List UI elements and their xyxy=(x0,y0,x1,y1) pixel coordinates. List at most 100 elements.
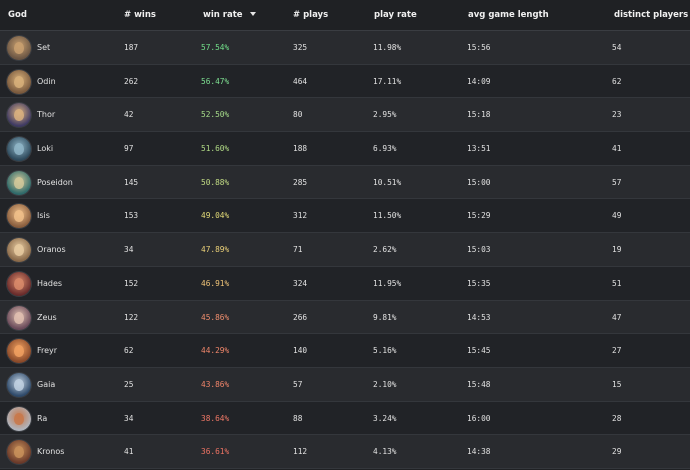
cell-avg-game-length: 15:56 xyxy=(467,43,491,52)
column-header-god[interactable]: God xyxy=(8,0,27,31)
column-header-distinct-players[interactable]: distinct players xyxy=(614,0,688,31)
cell-distinct-players: 29 xyxy=(612,447,622,457)
cell-god-name[interactable]: Ra xyxy=(37,402,47,436)
cell-play-rate: 2.10% xyxy=(373,379,397,389)
cell-god-name[interactable]: Kronos xyxy=(37,435,64,469)
god-avatar-icon xyxy=(7,137,31,162)
table-row[interactable]: Poseidon 145 50.88% 285 10.51% 15:00 57 xyxy=(0,165,690,200)
cell-avg-game-length: 13:51 xyxy=(467,144,491,154)
cell-distinct-players: 62 xyxy=(612,76,622,86)
cell-plays: 112 xyxy=(293,447,308,457)
cell-god-name[interactable]: Hades xyxy=(37,267,62,301)
cell-god-name[interactable]: Loki xyxy=(37,132,53,166)
cell-god-name[interactable]: Oranos xyxy=(37,233,66,267)
cell-avg-game-length: 14:53 xyxy=(467,312,491,322)
god-portrait-face xyxy=(14,244,24,257)
cell-wins: 42 xyxy=(124,110,134,120)
table-row[interactable]: Zeus 122 45.86% 266 9.81% 14:53 47 xyxy=(0,300,690,335)
cell-plays: 88 xyxy=(293,413,303,423)
cell-distinct-players: 41 xyxy=(612,144,622,154)
god-portrait-face xyxy=(14,412,24,425)
cell-avg-game-length: 15:03 xyxy=(467,245,491,255)
column-header-plays[interactable]: # plays xyxy=(293,0,328,31)
god-avatar-icon xyxy=(7,271,31,296)
cell-plays: 266 xyxy=(293,312,308,322)
table-header: God # wins win rate # plays play rate av… xyxy=(0,0,690,31)
cell-distinct-players: 28 xyxy=(612,413,622,423)
cell-god-name[interactable]: Freyr xyxy=(37,334,57,368)
cell-god-name[interactable]: Zeus xyxy=(37,301,57,335)
cell-win-rate: 49.04% xyxy=(201,211,230,221)
cell-avg-game-length: 14:38 xyxy=(467,447,491,457)
cell-play-rate: 11.98% xyxy=(373,43,402,52)
cell-god-name[interactable]: Isis xyxy=(37,199,50,233)
cell-god-name[interactable]: Thor xyxy=(37,98,55,132)
table-row[interactable]: Gaia 25 43.86% 57 2.10% 15:48 15 xyxy=(0,367,690,402)
chevron-down-icon xyxy=(249,11,256,16)
cell-plays: 188 xyxy=(293,144,308,154)
cell-win-rate: 52.50% xyxy=(201,110,230,120)
cell-plays: 57 xyxy=(293,379,303,389)
cell-play-rate: 11.95% xyxy=(373,278,402,288)
cell-win-rate: 44.29% xyxy=(201,346,230,356)
cell-avg-game-length: 15:45 xyxy=(467,346,491,356)
cell-wins: 34 xyxy=(124,413,134,423)
god-portrait-face xyxy=(14,378,24,391)
god-avatar-icon xyxy=(7,440,31,465)
table-row[interactable]: Thor 42 52.50% 80 2.95% 15:18 23 xyxy=(0,98,690,133)
cell-distinct-players: 23 xyxy=(612,110,622,120)
table-row[interactable]: Hades 152 46.91% 324 11.95% 15:35 51 xyxy=(0,266,690,301)
cell-distinct-players: 51 xyxy=(612,278,622,288)
cell-distinct-players: 49 xyxy=(612,211,622,221)
cell-avg-game-length: 15:29 xyxy=(467,211,491,221)
god-portrait-face xyxy=(14,176,24,189)
table-row[interactable]: Loki 97 51.60% 188 6.93% 13:51 41 xyxy=(0,132,690,166)
table-row[interactable]: Ra 34 38.64% 88 3.24% 16:00 28 xyxy=(0,401,690,436)
cell-play-rate: 11.50% xyxy=(373,211,402,221)
god-avatar-icon xyxy=(7,36,31,60)
cell-plays: 71 xyxy=(293,245,303,255)
cell-god-name[interactable]: Gaia xyxy=(37,368,55,402)
god-portrait-face xyxy=(14,75,24,88)
table-row[interactable]: Set 187 57.54% 325 11.98% 15:56 54 xyxy=(0,31,690,65)
cell-win-rate: 57.54% xyxy=(201,43,230,52)
god-portrait-face xyxy=(14,345,24,358)
cell-wins: 152 xyxy=(124,278,139,288)
cell-play-rate: 6.93% xyxy=(373,144,397,154)
table-row[interactable]: Freyr 62 44.29% 140 5.16% 15:45 27 xyxy=(0,334,690,368)
column-header-play-rate[interactable]: play rate xyxy=(374,0,417,31)
god-portrait-face xyxy=(14,210,24,223)
god-portrait-face xyxy=(14,143,24,156)
cell-wins: 153 xyxy=(124,211,139,221)
god-portrait-face xyxy=(14,311,24,324)
god-portrait-face xyxy=(14,42,24,54)
cell-distinct-players: 15 xyxy=(612,379,622,389)
god-portrait-face xyxy=(14,446,24,459)
table-row[interactable]: Oranos 34 47.89% 71 2.62% 15:03 19 xyxy=(0,233,690,267)
cell-god-name[interactable]: Odin xyxy=(37,65,56,99)
cell-win-rate: 38.64% xyxy=(201,413,230,423)
cell-play-rate: 9.81% xyxy=(373,312,397,322)
table-row[interactable]: Odin 262 56.47% 464 17.11% 14:09 62 xyxy=(0,64,690,99)
cell-win-rate: 45.86% xyxy=(201,312,230,322)
column-header-avg-game-length[interactable]: avg game length xyxy=(468,0,549,31)
cell-avg-game-length: 15:35 xyxy=(467,278,491,288)
cell-god-name[interactable]: Set xyxy=(37,31,50,65)
cell-win-rate: 36.61% xyxy=(201,447,230,457)
column-header-win-rate[interactable]: win rate xyxy=(203,0,256,31)
cell-play-rate: 2.95% xyxy=(373,110,397,120)
cell-play-rate: 5.16% xyxy=(373,346,397,356)
cell-distinct-players: 57 xyxy=(612,177,622,187)
table-row[interactable]: Isis 153 49.04% 312 11.50% 15:29 49 xyxy=(0,199,690,234)
god-stats-table: God # wins win rate # plays play rate av… xyxy=(0,0,690,470)
cell-god-name[interactable]: Poseidon xyxy=(37,166,73,200)
god-avatar-icon xyxy=(7,204,31,229)
column-header-win-rate-label: win rate xyxy=(203,10,243,20)
cell-wins: 187 xyxy=(124,43,139,52)
god-avatar-icon xyxy=(7,170,31,195)
god-avatar-icon xyxy=(7,339,31,364)
column-header-wins[interactable]: # wins xyxy=(124,0,156,31)
table-row[interactable]: Kronos 41 36.61% 112 4.13% 14:38 29 xyxy=(0,435,690,469)
cell-wins: 122 xyxy=(124,312,139,322)
cell-play-rate: 17.11% xyxy=(373,76,402,86)
